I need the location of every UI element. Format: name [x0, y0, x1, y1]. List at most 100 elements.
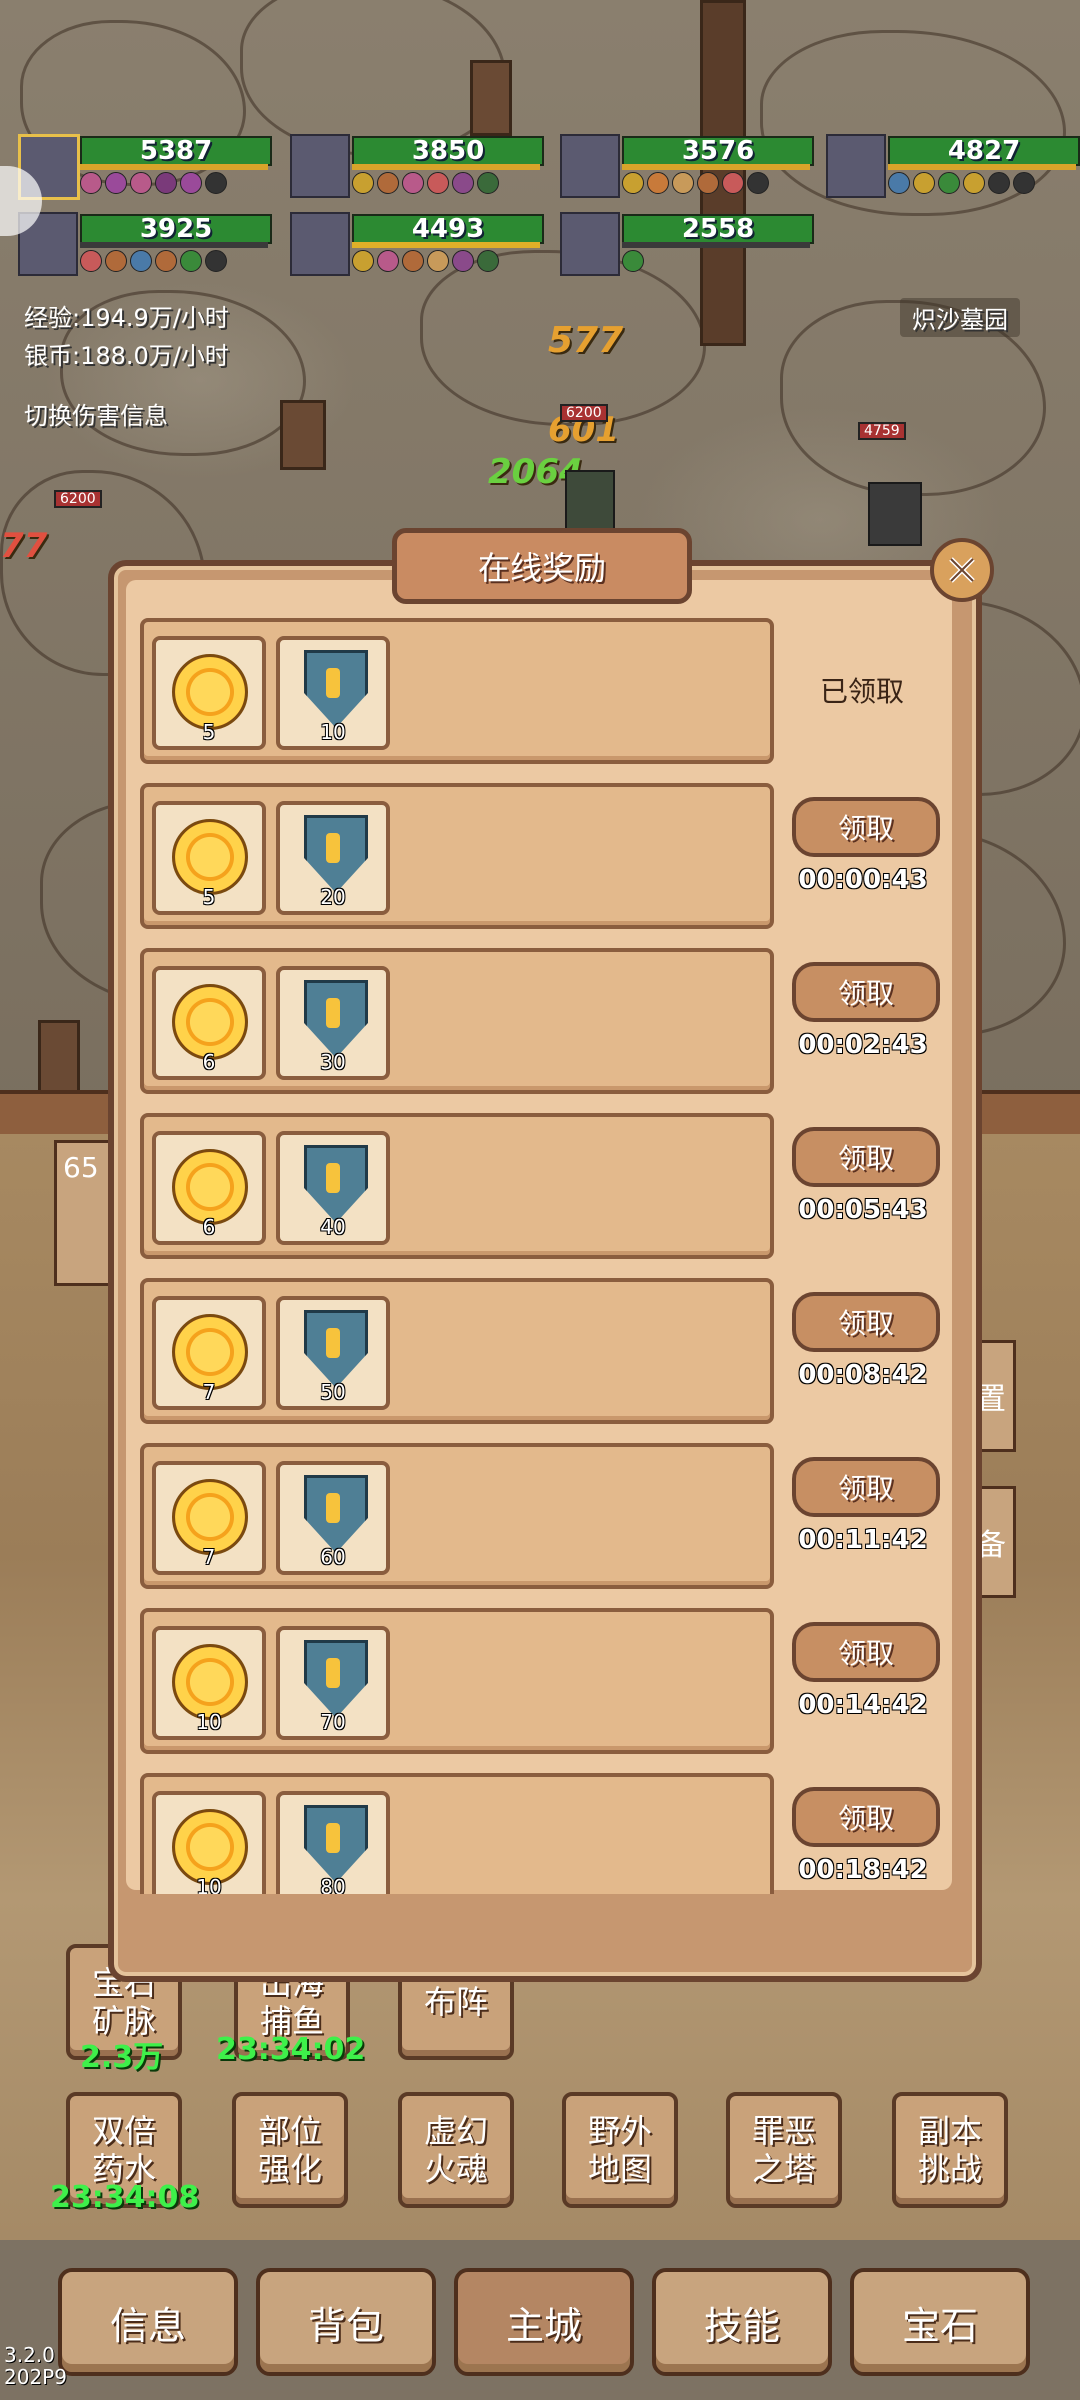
- reward-quantity: 6: [202, 1215, 216, 1239]
- stump-icon: [470, 60, 512, 136]
- reward-row: 5 20: [140, 783, 774, 929]
- hero-hp: 2558: [622, 214, 814, 244]
- reward-slot-coin[interactable]: 10: [152, 1626, 266, 1740]
- claim-button[interactable]: 领取: [792, 1292, 940, 1352]
- sin-tower-label: 罪恶之塔: [751, 2112, 816, 2188]
- illusion-soul-label: 虚幻火魂: [423, 2112, 488, 2188]
- reward-slot-shield[interactable]: 70: [276, 1626, 390, 1740]
- hero-hp: 3925: [80, 214, 272, 244]
- claim-button[interactable]: 领取: [792, 1622, 940, 1682]
- hero-skill-icons: [80, 250, 230, 272]
- reward-quantity: 50: [320, 1380, 346, 1404]
- enemy-sprite[interactable]: [565, 470, 615, 536]
- hero-mana-bar: [80, 164, 268, 170]
- reward-quantity: 30: [320, 1050, 346, 1074]
- reward-slot-shield[interactable]: 40: [276, 1131, 390, 1245]
- shield-emblem: [326, 1493, 340, 1523]
- reward-row: 7 60: [140, 1443, 774, 1589]
- hero-card-2[interactable]: 3850: [290, 132, 550, 200]
- tab-skills[interactable]: 技能: [652, 2268, 832, 2376]
- hero-mana-bar: [622, 242, 810, 248]
- reward-quantity: 10: [196, 1875, 222, 1894]
- hero-skill-icons: [80, 172, 230, 194]
- enemy-hp-bar: 6200: [54, 490, 102, 508]
- gold-coin-icon: [172, 654, 248, 730]
- tab-gems[interactable]: 宝石: [850, 2268, 1030, 2376]
- hero-card-1[interactable]: 5387: [18, 132, 278, 200]
- hero-card-7[interactable]: 2558: [560, 210, 820, 278]
- claimed-status: 已领取: [819, 675, 904, 708]
- shield-emblem: [326, 833, 340, 863]
- countdown-timer: 00:11:42: [798, 1525, 928, 1555]
- reward-quantity: 7: [202, 1380, 216, 1404]
- tab-main-city[interactable]: 主城: [454, 2268, 634, 2376]
- claim-button[interactable]: 领取: [792, 1787, 940, 1847]
- reward-quantity: 10: [320, 720, 346, 744]
- toggle-damage-info-button[interactable]: 切换伤害信息: [24, 396, 168, 431]
- illusion-soul-button[interactable]: 虚幻火魂: [398, 2092, 514, 2208]
- reward-quantity: 7: [202, 1545, 216, 1569]
- gold-coin-icon: [172, 984, 248, 1060]
- reward-quantity: 5: [202, 720, 216, 744]
- reward-quantity: 5: [202, 885, 216, 909]
- part-enhance-button[interactable]: 部位强化: [232, 2092, 348, 2208]
- version-number: 3.2.0: [4, 2343, 55, 2367]
- claim-button[interactable]: 领取: [792, 797, 940, 857]
- hero-hp: 3576: [622, 136, 814, 166]
- reward-slot-coin[interactable]: 6: [152, 1131, 266, 1245]
- shield-emblem: [326, 1823, 340, 1853]
- reward-slot-shield[interactable]: 80: [276, 1791, 390, 1894]
- countdown-timer: 00:05:43: [798, 1195, 928, 1225]
- damage-number: 77: [0, 526, 48, 566]
- tab-backpack[interactable]: 背包: [256, 2268, 436, 2376]
- field-map-label: 野外地图: [587, 2112, 652, 2188]
- hero-card-5[interactable]: 3925: [18, 210, 278, 278]
- reward-quantity: 60: [320, 1545, 346, 1569]
- claim-button[interactable]: 领取: [792, 1127, 940, 1187]
- shield-emblem: [326, 1658, 340, 1688]
- gem-mine-value: 2.3万: [80, 2040, 164, 2075]
- reward-row: 5 10: [140, 618, 774, 764]
- countdown-timer: 00:18:42: [798, 1855, 928, 1885]
- reward-slot-shield[interactable]: 10: [276, 636, 390, 750]
- reward-row: 10 70: [140, 1608, 774, 1754]
- gold-coin-icon: [172, 819, 248, 895]
- enemy-sprite[interactable]: [868, 482, 922, 546]
- claim-button[interactable]: 领取: [792, 962, 940, 1022]
- reward-slot-coin[interactable]: 10: [152, 1791, 266, 1894]
- hero-mana-bar: [352, 242, 540, 248]
- dungeon-challenge-button[interactable]: 副本挑战: [892, 2092, 1008, 2208]
- reward-list[interactable]: 5 10 已领取 5 20 领取 00:00:43 6 30 领取 00:02:43 6 40 领取 00:…: [140, 610, 950, 1894]
- build-number: 202P9: [4, 2365, 67, 2389]
- double-potion-timer: 23:34:08: [50, 2180, 200, 2215]
- reward-slot-coin[interactable]: 5: [152, 801, 266, 915]
- hero-hp: 4493: [352, 214, 544, 244]
- hero-card-6[interactable]: 4493: [290, 210, 550, 278]
- field-map-button[interactable]: 野外地图: [562, 2092, 678, 2208]
- reward-slot-shield[interactable]: 50: [276, 1296, 390, 1410]
- reward-quantity: 10: [196, 1710, 222, 1734]
- countdown-timer: 00:08:42: [798, 1360, 928, 1390]
- close-button[interactable]: [930, 538, 994, 602]
- shield-emblem: [326, 1328, 340, 1358]
- reward-slot-coin[interactable]: 7: [152, 1296, 266, 1410]
- hero-skill-icons: [622, 250, 647, 272]
- sin-tower-button[interactable]: 罪恶之塔: [726, 2092, 842, 2208]
- hero-card-4[interactable]: 4827: [826, 132, 1080, 200]
- reward-row: 7 50: [140, 1278, 774, 1424]
- claim-button[interactable]: 领取: [792, 1457, 940, 1517]
- formation-label: 布阵: [423, 1983, 488, 2021]
- reward-row: 6 30: [140, 948, 774, 1094]
- tab-info[interactable]: 信息: [58, 2268, 238, 2376]
- reward-slot-coin[interactable]: 6: [152, 966, 266, 1080]
- reward-slot-coin[interactable]: 5: [152, 636, 266, 750]
- hero-portrait: [290, 134, 350, 198]
- hero-card-3[interactable]: 3576: [560, 132, 820, 200]
- hero-hp: 3850: [352, 136, 544, 166]
- reward-slot-shield[interactable]: 20: [276, 801, 390, 915]
- reward-slot-shield[interactable]: 30: [276, 966, 390, 1080]
- reward-quantity: 20: [320, 885, 346, 909]
- reward-slot-shield[interactable]: 60: [276, 1461, 390, 1575]
- reward-slot-coin[interactable]: 7: [152, 1461, 266, 1575]
- hero-hp: 5387: [80, 136, 272, 166]
